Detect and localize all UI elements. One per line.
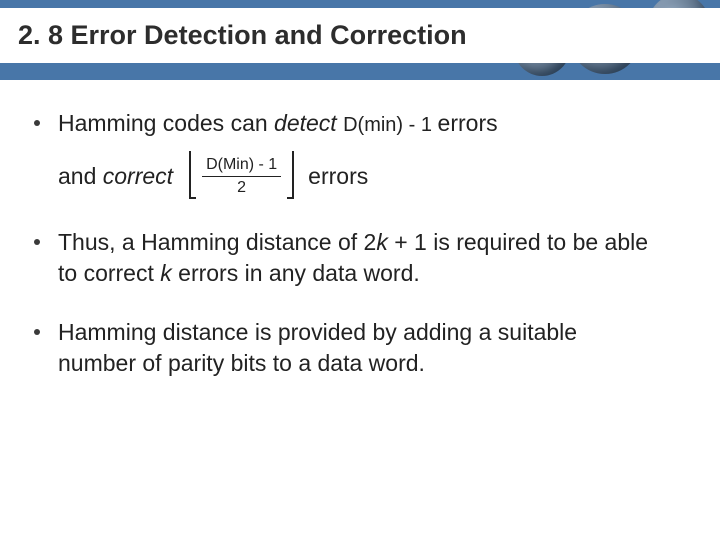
bullet-3: Hamming distance is provided by adding a… [34,317,686,379]
b1-formula-detect: D(min) - 1 [343,114,437,136]
bullet-dot-icon [34,329,40,335]
bullet-3-text: Hamming distance is provided by adding a… [58,317,658,379]
bullet-2-text: Thus, a Hamming distance of 2k + 1 is re… [58,227,658,289]
bullet-1: Hamming codes can detect D(min) - 1 erro… [34,108,686,199]
b1-line2-post: errors [308,161,368,192]
bullet-dot-icon [34,239,40,245]
b1-line2-pre: and [58,163,103,189]
bullet-dot-icon [34,120,40,126]
floor-fraction: D(Min) - 1 2 [189,153,294,199]
header-overlay: 2. 8 Error Detection and Correction [0,8,720,63]
b2-k1: k [376,229,388,255]
floor-left-icon [189,153,196,199]
bullet-1-text: Hamming codes can detect D(min) - 1 erro… [58,108,498,199]
b1-detect: detect [274,110,337,136]
b2-t3: errors in any data word. [172,260,420,286]
fraction-numerator: D(Min) - 1 [202,155,281,176]
header-band: 2. 8 Error Detection and Correction [0,0,720,80]
fraction-denominator: 2 [237,177,246,197]
b1-post1: errors [438,110,498,136]
b2-t1: Thus, a Hamming distance of 2 [58,229,376,255]
slide-content: Hamming codes can detect D(min) - 1 erro… [0,80,720,379]
bullet-2: Thus, a Hamming distance of 2k + 1 is re… [34,227,686,289]
b1-correct: correct [103,163,173,189]
slide-title: 2. 8 Error Detection and Correction [0,20,467,51]
b1-pre: Hamming codes can [58,110,274,136]
floor-right-icon [287,153,294,199]
b2-k2: k [160,260,172,286]
